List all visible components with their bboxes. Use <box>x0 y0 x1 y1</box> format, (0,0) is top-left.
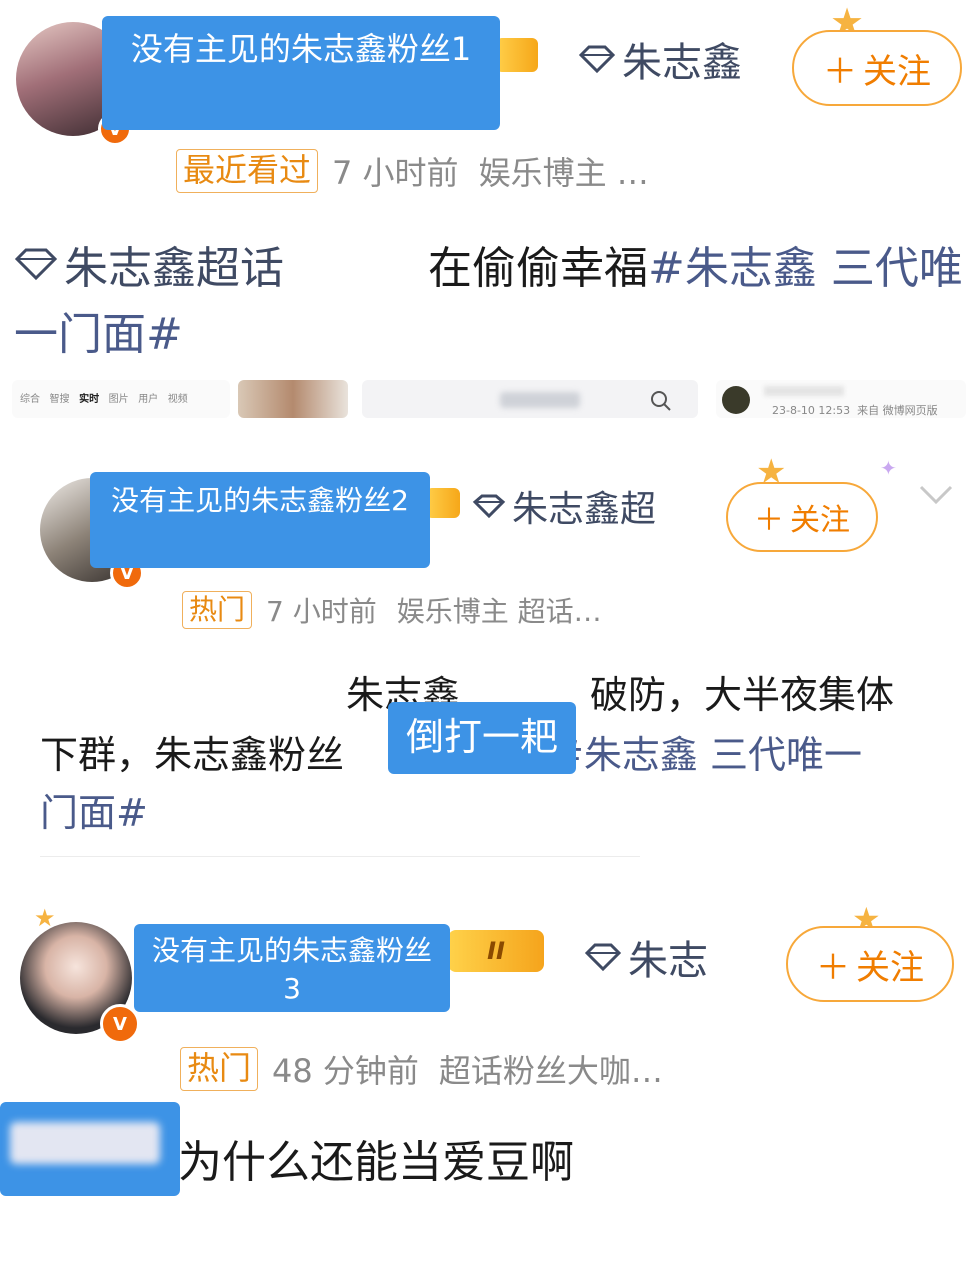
tab-label: 综合 <box>20 394 40 405</box>
verified-badge-icon: V <box>100 1004 140 1044</box>
post-text: 破防，大半夜集体 <box>590 673 895 717</box>
image-thumbnail-photo[interactable] <box>238 380 348 418</box>
follow-label: 关注 <box>856 947 924 988</box>
tab-label: 智搜 <box>49 394 70 405</box>
user-role: 娱乐博主 … <box>478 154 649 192</box>
supertopic-link[interactable]: 朱志鑫超话 <box>14 232 284 296</box>
post-text-line-1: 在偷偷幸福#朱志鑫 三代唯 <box>428 232 963 296</box>
follow-button[interactable]: ＋ 关注 <box>786 926 954 1002</box>
hot-tag: 热门 <box>182 590 253 630</box>
tab-label: 用户 <box>138 394 159 405</box>
plus-icon: ＋ <box>823 51 857 92</box>
hashtag-link-cont[interactable]: 一门面# <box>14 298 183 362</box>
topic-chip-label: 朱志 <box>628 938 708 984</box>
post-meta: 最近看过 7 小时前 娱乐博主 … <box>176 148 649 194</box>
blurred-name <box>10 1122 160 1164</box>
word-overlay: 倒打一耙 <box>388 702 576 774</box>
post-meta: 热门 48 分钟前 超话粉丝大咖… <box>180 1046 663 1092</box>
post-text: 在偷偷幸福 <box>428 243 648 294</box>
recent-tag: 最近看过 <box>176 149 319 193</box>
plus-icon: ＋ <box>816 947 850 988</box>
hashtag-link-cont[interactable]: 门面# <box>40 782 148 837</box>
follow-label: 关注 <box>790 503 850 538</box>
follow-button[interactable]: ＋ 关注 <box>792 30 962 106</box>
hashtag-link[interactable]: #朱志鑫 三代唯一 <box>552 733 862 777</box>
diamond-icon <box>14 248 58 281</box>
post-text: 朱志鑫粉丝 <box>154 733 345 777</box>
search-icon <box>651 391 671 411</box>
topic-chip-label: 朱志鑫超 <box>512 489 657 530</box>
topic-chip-label: 朱志鑫 <box>622 40 742 86</box>
plus-icon: ＋ <box>754 503 784 538</box>
username-overlay: 没有主见的朱志鑫粉丝2 <box>90 472 430 568</box>
post-text-line-1: 为什么还能当爱豆啊 <box>178 1137 574 1188</box>
image-thumbnail-post[interactable]: 23-8-10 12:53 来自 微博网页版 <box>716 380 966 418</box>
tab-label: 视频 <box>167 394 188 405</box>
username-overlay: 没有主见的朱志鑫粉丝1 <box>102 16 500 130</box>
topic-chip[interactable]: 朱志鑫 <box>578 30 742 88</box>
diamond-icon <box>578 45 616 74</box>
sparkle-icon: ✦ <box>880 456 897 480</box>
level-crown-icon <box>496 38 538 72</box>
user-role: 娱乐博主 超话… <box>396 595 602 628</box>
follow-button[interactable]: ＋ 关注 <box>726 482 878 552</box>
supertopic-label: 朱志鑫超话 <box>64 243 284 294</box>
diamond-icon <box>472 494 506 519</box>
follow-label: 关注 <box>863 51 931 92</box>
post-text: 下群， <box>40 733 155 777</box>
post-time: 7 小时前 <box>332 154 459 192</box>
chevron-down-icon[interactable] <box>918 484 954 506</box>
level-crown-icon <box>426 488 460 518</box>
post-time: 7 小时前 <box>266 595 377 628</box>
hashtag-link[interactable]: #朱志鑫 三代唯 <box>648 243 963 294</box>
image-thumbnail-search[interactable]: 综合 智搜 实时 图片 用户 视频 <box>12 380 230 418</box>
post-meta: 热门 7 小时前 娱乐博主 超话… <box>182 590 602 630</box>
hot-tag: 热门 <box>180 1047 259 1091</box>
username-overlay: 没有主见的朱志鑫粉丝3 <box>134 924 450 1012</box>
user-role: 超话粉丝大咖… <box>438 1052 663 1090</box>
level-badge: II <box>448 930 544 972</box>
tab-label: 实时 <box>79 394 100 405</box>
topic-chip[interactable]: 朱志 <box>584 928 708 986</box>
diamond-icon <box>584 943 622 972</box>
thumb-source: 来自 微博网页版 <box>857 404 938 417</box>
post-time: 48 分钟前 <box>272 1052 419 1090</box>
post-divider <box>40 856 640 857</box>
thumb-timestamp: 23-8-10 12:53 <box>772 404 851 417</box>
tab-label: 图片 <box>108 394 129 405</box>
image-thumbnail-searchbar[interactable] <box>362 380 698 418</box>
topic-chip[interactable]: 朱志鑫超 <box>472 480 656 532</box>
